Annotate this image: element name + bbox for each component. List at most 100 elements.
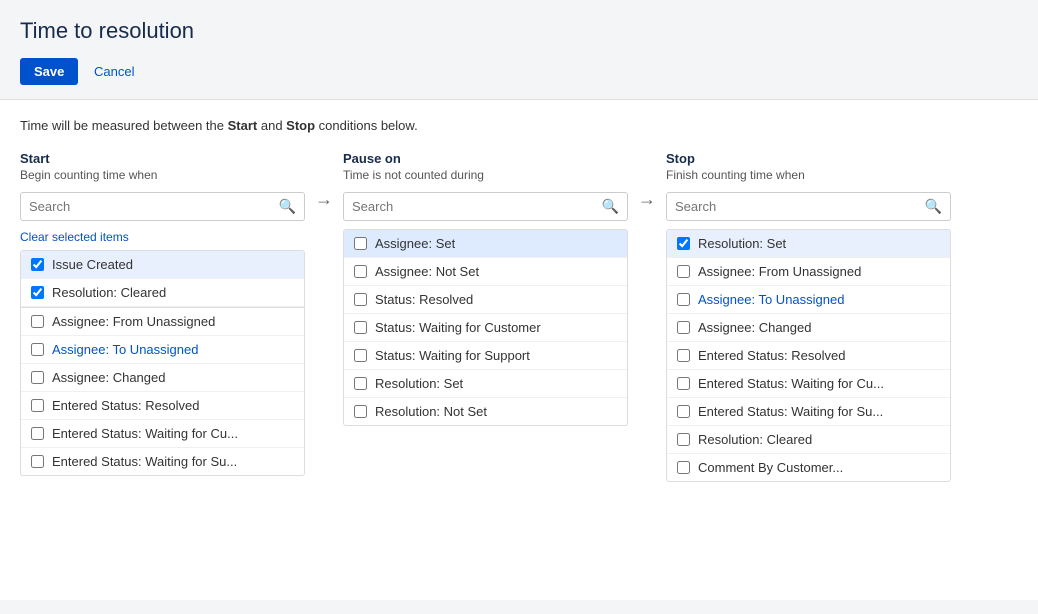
start-item-checkbox-6[interactable] (31, 427, 44, 440)
pause-item-checkbox-3[interactable] (354, 321, 367, 334)
start-item-checkbox-1[interactable] (31, 286, 44, 299)
list-item[interactable]: Entered Status: Resolved (667, 342, 950, 370)
start-item-label-4: Assignee: Changed (52, 370, 165, 385)
stop-item-checkbox-5[interactable] (677, 377, 690, 390)
page-title: Time to resolution (20, 18, 1018, 44)
stop-item-label-8: Comment By Customer... (698, 460, 843, 475)
start-item-label-1: Resolution: Cleared (52, 285, 166, 300)
pause-column-subtitle: Time is not counted during (343, 168, 628, 182)
columns-wrapper: Start Begin counting time when 🔍 Clear s… (20, 151, 1018, 482)
start-search-icon[interactable]: 🔍 (279, 198, 296, 215)
start-item-checkbox-7[interactable] (31, 455, 44, 468)
list-item[interactable]: Entered Status: Resolved (21, 392, 304, 420)
start-search-input[interactable] (29, 199, 279, 214)
stop-search-icon[interactable]: 🔍 (925, 198, 942, 215)
stop-column: Stop Finish counting time when 🔍 Resolut… (666, 151, 951, 482)
start-item-checkbox-0[interactable] (31, 258, 44, 271)
pause-item-checkbox-2[interactable] (354, 293, 367, 306)
list-item[interactable]: Resolution: Set (667, 230, 950, 258)
pause-search-input[interactable] (352, 199, 602, 214)
stop-column-header: Stop Finish counting time when (666, 151, 951, 182)
start-search-box[interactable]: 🔍 (20, 192, 305, 221)
stop-list-box: Resolution: Set Assignee: From Unassigne… (666, 229, 951, 482)
stop-item-checkbox-4[interactable] (677, 349, 690, 362)
stop-item-label-1: Assignee: From Unassigned (698, 264, 861, 279)
start-list-box: Issue Created Resolution: Cleared Assign… (20, 250, 305, 476)
stop-item-label-0: Resolution: Set (698, 236, 786, 251)
pause-column: Pause on Time is not counted during 🔍 As… (343, 151, 628, 426)
stop-item-label-5: Entered Status: Waiting for Cu... (698, 376, 884, 391)
stop-item-checkbox-6[interactable] (677, 405, 690, 418)
pause-search-icon[interactable]: 🔍 (602, 198, 619, 215)
stop-item-label-4: Entered Status: Resolved (698, 348, 845, 363)
list-item[interactable]: Assignee: Not Set (344, 258, 627, 286)
pause-item-label-4: Status: Waiting for Support (375, 348, 530, 363)
start-item-checkbox-4[interactable] (31, 371, 44, 384)
pause-item-checkbox-0[interactable] (354, 237, 367, 250)
start-column-title: Start (20, 151, 305, 166)
list-item[interactable]: Entered Status: Waiting for Cu... (21, 420, 304, 448)
stop-item-checkbox-2[interactable] (677, 293, 690, 306)
start-column: Start Begin counting time when 🔍 Clear s… (20, 151, 305, 476)
arrow-start-to-pause: → (305, 151, 343, 210)
clear-selected-link[interactable]: Clear selected items (20, 230, 129, 244)
list-item[interactable]: Resolution: Set (344, 370, 627, 398)
stop-search-input[interactable] (675, 199, 925, 214)
pause-item-label-0: Assignee: Set (375, 236, 455, 251)
list-item[interactable]: Status: Waiting for Customer (344, 314, 627, 342)
pause-item-label-5: Resolution: Set (375, 376, 463, 391)
main-content: Time will be measured between the Start … (0, 100, 1038, 600)
start-item-label-7: Entered Status: Waiting for Su... (52, 454, 237, 469)
arrow-pause-to-stop: → (628, 151, 666, 210)
pause-item-checkbox-6[interactable] (354, 405, 367, 418)
stop-item-checkbox-7[interactable] (677, 433, 690, 446)
stop-column-subtitle: Finish counting time when (666, 168, 951, 182)
list-item[interactable]: Status: Waiting for Support (344, 342, 627, 370)
list-item[interactable]: Resolution: Cleared (667, 426, 950, 454)
pause-item-label-6: Resolution: Not Set (375, 404, 487, 419)
stop-item-checkbox-3[interactable] (677, 321, 690, 334)
stop-item-checkbox-0[interactable] (677, 237, 690, 250)
start-item-checkbox-5[interactable] (31, 399, 44, 412)
start-item-checkbox-3[interactable] (31, 343, 44, 356)
list-item[interactable]: Issue Created (21, 251, 304, 279)
page-header: Time to resolution Save Cancel (0, 0, 1038, 100)
list-item[interactable]: Status: Resolved (344, 286, 627, 314)
save-button[interactable]: Save (20, 58, 78, 85)
stop-item-checkbox-8[interactable] (677, 461, 690, 474)
list-item[interactable]: Entered Status: Waiting for Su... (21, 448, 304, 475)
pause-item-checkbox-1[interactable] (354, 265, 367, 278)
pause-column-title: Pause on (343, 151, 628, 166)
start-column-subtitle: Begin counting time when (20, 168, 305, 182)
pause-column-header: Pause on Time is not counted during (343, 151, 628, 182)
list-item[interactable]: Comment By Customer... (667, 454, 950, 481)
pause-search-box[interactable]: 🔍 (343, 192, 628, 221)
list-item[interactable]: Assignee: From Unassigned (667, 258, 950, 286)
stop-item-label-2: Assignee: To Unassigned (698, 292, 844, 307)
list-item[interactable]: Entered Status: Waiting for Su... (667, 398, 950, 426)
list-item[interactable]: Resolution: Not Set (344, 398, 627, 425)
pause-list-box: Assignee: Set Assignee: Not Set Status: … (343, 229, 628, 426)
pause-item-label-2: Status: Resolved (375, 292, 473, 307)
stop-item-label-3: Assignee: Changed (698, 320, 811, 335)
start-item-checkbox-2[interactable] (31, 315, 44, 328)
list-item[interactable]: Assignee: Set (344, 230, 627, 258)
list-item[interactable]: Resolution: Cleared (21, 279, 304, 307)
list-item[interactable]: Assignee: Changed (21, 364, 304, 392)
pause-item-checkbox-5[interactable] (354, 377, 367, 390)
start-item-label-2: Assignee: From Unassigned (52, 314, 215, 329)
header-actions: Save Cancel (20, 58, 1018, 85)
stop-item-label-7: Resolution: Cleared (698, 432, 812, 447)
cancel-button[interactable]: Cancel (90, 58, 138, 85)
start-column-header: Start Begin counting time when (20, 151, 305, 182)
pause-item-checkbox-4[interactable] (354, 349, 367, 362)
list-item[interactable]: Entered Status: Waiting for Cu... (667, 370, 950, 398)
list-item[interactable]: Assignee: From Unassigned (21, 308, 304, 336)
list-item[interactable]: Assignee: To Unassigned (667, 286, 950, 314)
stop-search-box[interactable]: 🔍 (666, 192, 951, 221)
start-item-label-0: Issue Created (52, 257, 133, 272)
list-item[interactable]: Assignee: To Unassigned (21, 336, 304, 364)
stop-column-title: Stop (666, 151, 951, 166)
list-item[interactable]: Assignee: Changed (667, 314, 950, 342)
stop-item-checkbox-1[interactable] (677, 265, 690, 278)
